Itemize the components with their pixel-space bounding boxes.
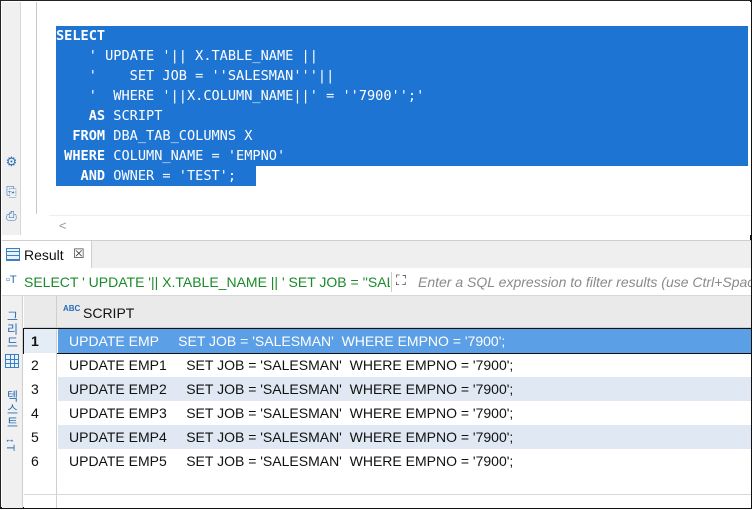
sql-keyword: AND (56, 168, 106, 184)
filter-bar: ▫T SELECT ' UPDATE '|| X.TABLE_NAME || '… (2, 268, 751, 296)
code-line[interactable]: ' UPDATE '|| X.TABLE_NAME || (56, 46, 424, 66)
script-cell[interactable]: UPDATE EMP SET JOB = 'SALESMAN' WHERE EM… (58, 329, 751, 353)
sql-text: DBA_TAB_COLUMNS X (105, 128, 253, 144)
table-row[interactable]: 6 UPDATE EMP5 SET JOB = 'SALESMAN' WHERE … (24, 449, 751, 473)
execute-script-icon[interactable]: ⎘ (4, 184, 19, 199)
table-row[interactable]: 3 UPDATE EMP2 SET JOB = 'SALESMAN' WHERE … (24, 377, 751, 401)
code-text[interactable]: SELECT ' UPDATE '|| X.TABLE_NAME || ' SE… (56, 26, 424, 186)
code-line[interactable]: AS SCRIPT (56, 106, 424, 126)
table-row[interactable]: 2 UPDATE EMP1 SET JOB = 'SALESMAN' WHERE … (24, 353, 751, 377)
script-cell[interactable]: UPDATE EMP1 SET JOB = 'SALESMAN' WHERE E… (58, 353, 751, 377)
sql-editor[interactable]: ⚙ ⎘ ⎙ SELECT ' UPDATE '|| X.TABLE_NAME |… (2, 2, 751, 235)
query-text: SELECT ' UPDATE '|| X.TABLE_NAME || ' SE… (24, 274, 390, 290)
sql-text: SCRIPT (105, 108, 163, 124)
close-icon[interactable]: ☒ (73, 246, 85, 262)
tab-result[interactable]: Result ☒ (2, 241, 92, 269)
sql-text: OWNER = 'TEST'; (105, 168, 237, 184)
sql-keyword: AS (56, 108, 106, 124)
sql-text: COLUMN_NAME = 'EMPNO' (105, 148, 286, 164)
sql-text: ' SET JOB = ''SALESMAN'''|| (56, 68, 335, 84)
sql-keyword: WHERE (56, 148, 106, 164)
sql-keyword: SELECT (56, 28, 106, 44)
sql-editor-window: ⚙ ⎘ ⎙ SELECT ' UPDATE '|| X.TABLE_NAME |… (0, 0, 752, 509)
grid-footer (24, 472, 751, 508)
result-tabbar: Result ☒ (2, 240, 751, 269)
scroll-left-icon[interactable]: < (59, 218, 67, 233)
row-number[interactable]: 3 (24, 377, 57, 401)
text-view-tab[interactable]: 텍스트 (4, 390, 21, 429)
column-header-script[interactable]: SCRIPT (83, 305, 134, 321)
table-row[interactable]: 4 UPDATE EMP3 SET JOB = 'SALESMAN' WHERE … (24, 401, 751, 425)
explain-plan-icon[interactable]: ⎙ (4, 208, 19, 223)
string-type-icon: ABC (63, 304, 81, 313)
row-number[interactable]: 5 (24, 425, 57, 449)
filter-input[interactable]: Enter a SQL expression to filter results… (418, 274, 751, 290)
grid-icon[interactable] (5, 354, 19, 368)
horizontal-scrollbar[interactable]: < (49, 215, 751, 235)
code-line[interactable]: WHERE COLUMN_NAME = 'EMPNO' (56, 146, 424, 166)
script-cell[interactable]: UPDATE EMP3 SET JOB = 'SALESMAN' WHERE E… (58, 401, 751, 425)
table-row[interactable]: 5 UPDATE EMP4 SET JOB = 'SALESMAN' WHERE … (24, 425, 751, 449)
code-line[interactable]: FROM DBA_TAB_COLUMNS X (56, 126, 424, 146)
table-row[interactable]: 1 UPDATE EMP SET JOB = 'SALESMAN' WHERE E… (23, 328, 752, 354)
line-gutter (21, 2, 49, 235)
row-number[interactable]: 1 (24, 329, 57, 353)
grid-view-tab[interactable]: 그리드 (4, 310, 21, 349)
sql-text: ' UPDATE '|| X.TABLE_NAME || (56, 48, 318, 64)
script-cell[interactable]: UPDATE EMP4 SET JOB = 'SALESMAN' WHERE E… (58, 425, 751, 449)
table-icon (6, 248, 20, 261)
code-line[interactable]: SELECT (56, 26, 424, 46)
row-number[interactable]: 2 (24, 353, 57, 377)
row-header-corner[interactable] (24, 296, 57, 328)
grid-header: ABC SCRIPT (24, 296, 751, 328)
sql-keyword: FROM (56, 128, 106, 144)
script-cell[interactable]: UPDATE EMP5 SET JOB = 'SALESMAN' WHERE E… (58, 449, 751, 473)
result-view-switcher: 그리드 텍스트 ↕T (2, 296, 23, 508)
sql-filter-icon[interactable]: ▫T (6, 274, 17, 286)
code-line[interactable]: ' SET JOB = ''SALESMAN'''|| (56, 66, 424, 86)
row-number[interactable]: 4 (24, 401, 57, 425)
text-icon[interactable]: ↕T (4, 438, 16, 452)
script-cell[interactable]: UPDATE EMP2 SET JOB = 'SALESMAN' WHERE E… (58, 377, 751, 401)
gear-icon[interactable]: ⚙ (4, 154, 19, 169)
editor-side-gutter: ⚙ ⎘ ⎙ (2, 2, 21, 235)
sql-text: ' WHERE '||X.COLUMN_NAME||' = ''7900'';' (56, 88, 425, 104)
code-line[interactable]: ' WHERE '||X.COLUMN_NAME||' = ''7900'';' (56, 86, 425, 106)
tab-result-label: Result (24, 247, 64, 263)
result-grid: ABC SCRIPT 1 UPDATE EMP SET JOB = 'SALESM… (23, 296, 752, 508)
expand-icon[interactable]: ⛶ (396, 272, 406, 289)
row-number[interactable]: 6 (24, 449, 57, 473)
code-line[interactable]: AND OWNER = 'TEST'; (56, 166, 424, 186)
